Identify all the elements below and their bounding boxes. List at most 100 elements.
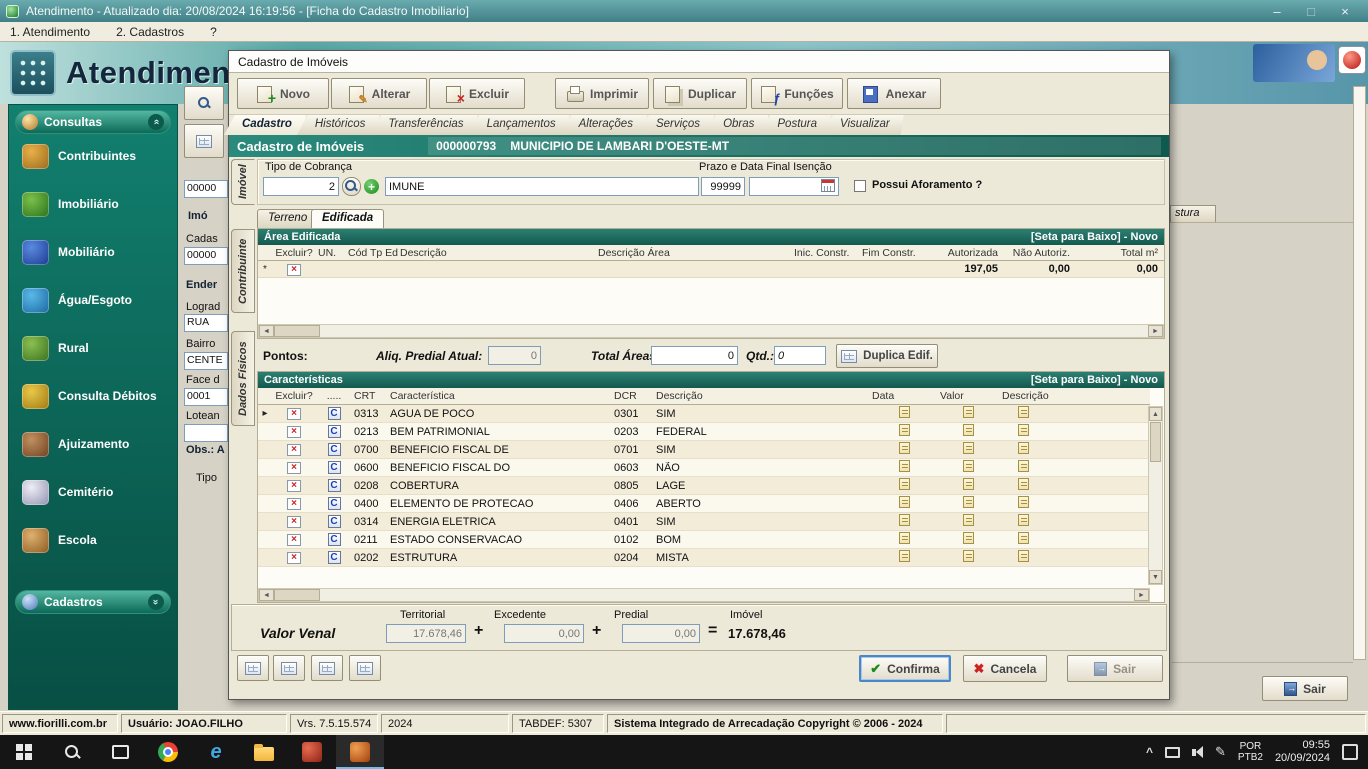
caracteristicas-hscrollbar[interactable]: ◄ ► xyxy=(258,588,1150,602)
duplicar-button[interactable]: Duplicar xyxy=(653,78,747,109)
consulta-c-icon[interactable]: C xyxy=(328,515,341,528)
sidebar-item[interactable]: Consulta Débitos xyxy=(9,381,177,411)
bg-grid-button[interactable] xyxy=(184,124,224,158)
data-note-icon[interactable] xyxy=(899,478,910,490)
bg-search-button[interactable] xyxy=(184,86,224,120)
dialog-tab[interactable]: Transferências xyxy=(370,115,477,135)
bg-bairro-field[interactable]: CENTE xyxy=(184,352,228,370)
consulta-c-icon[interactable]: C xyxy=(328,551,341,564)
cancela-button[interactable]: ✖ Cancela xyxy=(963,655,1047,682)
cobranca-search-button[interactable] xyxy=(342,177,361,196)
duplica-edif-button[interactable]: Duplica Edif. xyxy=(836,344,938,368)
descricao-note-icon[interactable] xyxy=(1018,424,1029,436)
sidebar-footer-cadastros[interactable]: Cadastros » xyxy=(15,590,171,614)
task-view-button[interactable] xyxy=(96,735,144,769)
area-hscrollbar[interactable]: ◄ ► xyxy=(258,324,1164,338)
funcoes-button[interactable]: Funções xyxy=(751,78,843,109)
vtab-contribuinte[interactable]: Contribuinte xyxy=(231,229,255,313)
network-icon[interactable] xyxy=(1165,747,1180,758)
bg-loteamento-field[interactable] xyxy=(184,424,228,442)
dialog-tab[interactable]: Cadastro xyxy=(224,115,306,135)
scroll-right-icon[interactable]: ► xyxy=(1134,589,1149,601)
taskbar-clock[interactable]: 09:55 20/09/2024 xyxy=(1275,739,1330,765)
volume-icon[interactable] xyxy=(1192,746,1203,758)
excluir-icon[interactable] xyxy=(287,426,301,438)
bg-inscricao-field[interactable]: 00000 xyxy=(184,180,228,198)
bg-sair-button[interactable]: Sair xyxy=(1262,676,1348,701)
consulta-c-icon[interactable]: C xyxy=(328,497,341,510)
scroll-up-icon[interactable]: ▲ xyxy=(1149,407,1162,421)
consulta-c-icon[interactable]: C xyxy=(328,425,341,438)
data-note-icon[interactable] xyxy=(899,460,910,472)
caracteristica-row[interactable]: C 0600 BENEFICIO FISCAL DO 0603 NÃO xyxy=(258,459,1150,477)
sidebar-item[interactable]: Ajuizamento xyxy=(9,429,177,459)
valor-note-icon[interactable] xyxy=(963,406,974,418)
app-button-2[interactable] xyxy=(336,735,384,769)
valor-note-icon[interactable] xyxy=(963,424,974,436)
data-note-icon[interactable] xyxy=(899,424,910,436)
chrome-button[interactable] xyxy=(144,735,192,769)
data-note-icon[interactable] xyxy=(899,406,910,418)
bg-postura-tab-fragment[interactable]: stura xyxy=(1170,205,1216,222)
valor-note-icon[interactable] xyxy=(963,532,974,544)
bg-face-field[interactable]: 0001 xyxy=(184,388,228,406)
caracteristica-row[interactable]: C 0211 ESTADO CONSERVACAO 0102 BOM xyxy=(258,531,1150,549)
descricao-note-icon[interactable] xyxy=(1018,442,1029,454)
record-nav-button-4[interactable] xyxy=(349,655,381,681)
novo-button[interactable]: Novo xyxy=(237,78,329,109)
dialog-sair-button[interactable]: Sair xyxy=(1067,655,1163,682)
caracteristicas-vscrollbar[interactable]: ▲ ▼ xyxy=(1148,406,1163,585)
dialog-tab[interactable]: Serviços xyxy=(638,115,714,135)
alterar-button[interactable]: Alterar xyxy=(331,78,427,109)
caracteristica-row[interactable]: C 0202 ESTRUTURA 0204 MISTA xyxy=(258,549,1150,567)
data-note-icon[interactable] xyxy=(899,442,910,454)
subtab-edificada[interactable]: Edificada xyxy=(311,209,384,228)
anexar-button[interactable]: Anexar xyxy=(847,78,941,109)
scroll-thumb[interactable] xyxy=(274,325,320,337)
prazo-input[interactable]: 99999 xyxy=(701,177,745,196)
scroll-down-icon[interactable]: ▼ xyxy=(1149,570,1162,584)
close-button[interactable]: × xyxy=(1328,4,1362,19)
scroll-left-icon[interactable]: ◄ xyxy=(259,325,274,337)
valor-note-icon[interactable] xyxy=(963,478,974,490)
taskbar-search-button[interactable] xyxy=(48,735,96,769)
subtab-terreno[interactable]: Terreno xyxy=(257,209,318,228)
start-button[interactable] xyxy=(0,735,48,769)
sidebar-item[interactable]: Água/Esgoto xyxy=(9,285,177,315)
dialog-tab[interactable]: Postura xyxy=(759,115,831,135)
imprimir-button[interactable]: Imprimir xyxy=(555,78,649,109)
excluir-icon[interactable] xyxy=(287,498,301,510)
scroll-thumb[interactable] xyxy=(274,589,320,601)
descricao-note-icon[interactable] xyxy=(1018,406,1029,418)
qtd-input[interactable]: 0 xyxy=(774,346,826,365)
bg-cadastro-field[interactable]: 00000 xyxy=(184,247,228,265)
consulta-c-icon[interactable]: C xyxy=(328,533,341,546)
consulta-c-icon[interactable]: C xyxy=(328,461,341,474)
caracteristica-row[interactable]: C 0314 ENERGIA ELETRICA 0401 SIM xyxy=(258,513,1150,531)
excluir-icon[interactable] xyxy=(287,462,301,474)
explorer-button[interactable] xyxy=(240,735,288,769)
excluir-icon[interactable] xyxy=(287,516,301,528)
aliq-predial-input[interactable]: 0 xyxy=(488,346,541,365)
vtab-imovel[interactable]: Imóvel xyxy=(231,159,255,205)
descricao-note-icon[interactable] xyxy=(1018,532,1029,544)
sidebar-item[interactable]: Cemitério xyxy=(9,477,177,507)
data-note-icon[interactable] xyxy=(899,532,910,544)
app-button-1[interactable] xyxy=(288,735,336,769)
consulta-c-icon[interactable]: C xyxy=(328,407,341,420)
caracteristica-row[interactable]: ▸ C 0313 AGUA DE POCO 0301 SIM xyxy=(258,405,1150,423)
descricao-note-icon[interactable] xyxy=(1018,514,1029,526)
record-nav-button-2[interactable] xyxy=(273,655,305,681)
sidebar-item[interactable]: Rural xyxy=(9,333,177,363)
calendar-button[interactable] xyxy=(821,179,835,195)
menu-item[interactable]: 2. Cadastros xyxy=(116,25,184,39)
valor-note-icon[interactable] xyxy=(963,550,974,562)
data-note-icon[interactable] xyxy=(899,496,910,508)
cobranca-codigo-input[interactable]: 2 xyxy=(263,177,339,196)
notification-icon[interactable] xyxy=(1342,744,1358,760)
sidebar-item[interactable]: Contribuintes xyxy=(9,141,177,171)
data-note-icon[interactable] xyxy=(899,514,910,526)
excluir-icon[interactable] xyxy=(287,552,301,564)
excluir-icon[interactable] xyxy=(287,408,301,420)
caracteristica-row[interactable]: C 0700 BENEFICIO FISCAL DE 0701 SIM xyxy=(258,441,1150,459)
